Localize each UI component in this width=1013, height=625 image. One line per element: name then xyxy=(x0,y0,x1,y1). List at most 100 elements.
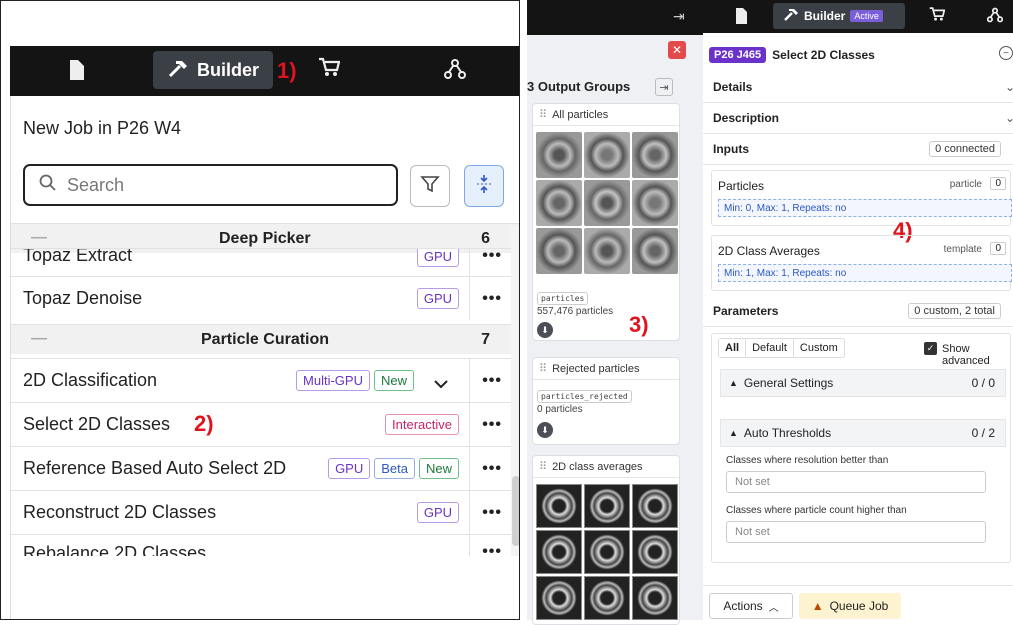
group-title: 2D class averages xyxy=(552,460,643,473)
job-row-select-2d-classes[interactable]: Select 2D Classes 2) Interactive ••• xyxy=(11,402,519,446)
tab-custom[interactable]: Custom xyxy=(794,339,844,357)
class-average-thumb xyxy=(632,576,678,620)
download-icon[interactable]: ⬇ xyxy=(537,322,553,338)
more-options-button[interactable]: ••• xyxy=(482,504,502,522)
cart-icon[interactable] xyxy=(929,6,946,27)
group-tag: particles_rejected xyxy=(537,386,632,404)
filter-icon xyxy=(420,174,440,199)
chevron-down-icon[interactable] xyxy=(434,373,448,394)
input-label: Particles xyxy=(718,179,765,193)
cart-icon[interactable] xyxy=(318,56,341,84)
search-input[interactable]: Search xyxy=(23,164,398,206)
input-hint[interactable]: Min: 1, Max: 1, Repeats: no xyxy=(718,264,1012,282)
particle-thumb xyxy=(632,228,678,274)
description-section[interactable]: Description ⌄ xyxy=(703,103,1013,134)
auto-thresholds-label: Auto Thresholds xyxy=(743,426,832,440)
group-header: ⠿ All particles xyxy=(533,104,679,126)
particle-thumb xyxy=(632,180,678,226)
parameters-section[interactable]: Parameters 0 custom, 2 total xyxy=(703,296,1013,327)
gpu-badge: GPU xyxy=(416,249,459,267)
divider xyxy=(469,359,470,402)
caret-up-icon: ▲ xyxy=(729,378,738,388)
marker-2: 2) xyxy=(194,411,214,436)
output-group-2d-class-averages[interactable]: ⠿ 2D class averages xyxy=(532,455,680,625)
output-groups-body: ✕ 3 Output Groups ⇥ ⠿ All particles part… xyxy=(527,35,703,625)
details-section[interactable]: Details ⌄ xyxy=(703,72,1013,103)
category-particle-curation[interactable]: — Particle Curation 7 xyxy=(11,324,519,354)
resolution-threshold-label: Classes where resolution better than xyxy=(726,455,889,466)
drag-handle-icon[interactable]: ⠿ xyxy=(539,362,547,375)
tab-default[interactable]: Default xyxy=(746,339,794,357)
job-id-tag[interactable]: P26 J465 xyxy=(709,47,767,63)
auto-thresholds-section[interactable]: ▲ Auto Thresholds 0 / 2 xyxy=(720,419,1006,447)
output-group-rejected-particles[interactable]: ⠿ Rejected particles particles_rejected … xyxy=(532,357,680,445)
filter-button[interactable] xyxy=(410,165,450,207)
input-count: 0 xyxy=(990,177,1006,190)
scrollbar-thumb[interactable] xyxy=(512,476,519,546)
interactive-badge: Interactive xyxy=(385,414,459,435)
resolution-threshold-input[interactable]: Not set xyxy=(726,471,986,493)
job-row-topaz-extract[interactable]: Topaz Extract GPU ••• xyxy=(11,248,519,276)
builder-button[interactable]: Builder Active xyxy=(773,3,905,29)
inputs-section[interactable]: Inputs 0 connected xyxy=(703,134,1013,165)
description-label: Description xyxy=(713,111,780,125)
beta-badge: Beta xyxy=(374,458,415,479)
document-icon[interactable] xyxy=(735,8,747,29)
panel-toggle-icon[interactable]: ⇥ xyxy=(655,78,673,96)
class-average-thumb xyxy=(536,530,582,574)
general-settings-label: General Settings xyxy=(743,376,834,390)
download-icon[interactable]: ⬇ xyxy=(537,422,553,438)
group-header: ⠿ 2D class averages xyxy=(533,456,679,478)
active-badge: Active xyxy=(850,10,883,22)
more-options-button[interactable]: ••• xyxy=(482,372,502,390)
group-title: All particles xyxy=(552,108,609,121)
job-row-rebalance-2d-classes[interactable]: Rebalance 2D Classes ••• xyxy=(11,534,519,556)
job-name: Rebalance 2D Classes xyxy=(23,543,207,556)
more-options-button[interactable]: ••• xyxy=(482,416,502,434)
collapse-minus-icon[interactable]: − xyxy=(999,46,1013,60)
input-count: 0 xyxy=(990,242,1006,255)
close-icon[interactable]: ✕ xyxy=(668,41,686,59)
group-count: 0 particles xyxy=(537,404,583,415)
blank-area xyxy=(11,556,519,619)
parameters-label: Parameters xyxy=(713,304,779,318)
particle-thumb xyxy=(584,228,630,274)
more-options-button[interactable]: ••• xyxy=(482,460,502,478)
output-group-all-particles[interactable]: ⠿ All particles particles 557,476 partic… xyxy=(532,103,680,341)
more-options-button[interactable]: ••• xyxy=(482,290,502,308)
drag-handle-icon[interactable]: ⠿ xyxy=(539,108,547,121)
group-tag: particles xyxy=(537,288,589,306)
tab-all[interactable]: All xyxy=(719,339,747,357)
document-icon[interactable] xyxy=(68,60,84,86)
hierarchy-icon[interactable] xyxy=(444,58,466,86)
gpu-badge: GPU xyxy=(416,502,459,523)
multi-gpu-badge: Multi-GPU xyxy=(296,370,370,391)
input-slot-particles[interactable]: Particles particle 0 Min: 0, Max: 1, Rep… xyxy=(711,170,1012,226)
input-slot-2d-class-averages[interactable]: 2D Class Averages template 0 Min: 1, Max… xyxy=(711,235,1012,291)
general-settings-section[interactable]: ▲ General Settings 0 / 0 xyxy=(720,369,1006,397)
job-row-2d-classification[interactable]: 2D Classification Multi-GPU New ••• xyxy=(11,358,519,402)
particle-count-threshold-input[interactable]: Not set xyxy=(726,521,986,543)
chevron-down-icon: ⌄ xyxy=(1004,111,1013,125)
actions-button[interactable]: Actions ︿ xyxy=(709,593,793,619)
input-hint[interactable]: Min: 0, Max: 1, Repeats: no xyxy=(718,199,1012,217)
marker-3: 3) xyxy=(629,312,649,337)
class-average-thumb xyxy=(536,484,582,528)
show-advanced-checkbox[interactable]: ✓ xyxy=(924,342,937,355)
job-row-reference-based-auto-select-2d[interactable]: Reference Based Auto Select 2D GPU Beta … xyxy=(11,446,519,490)
particle-thumb xyxy=(584,180,630,226)
exit-icon[interactable]: ⇥ xyxy=(673,8,685,25)
particle-thumb xyxy=(536,180,582,226)
builder-button[interactable]: Builder xyxy=(153,51,273,89)
job-row-reconstruct-2d-classes[interactable]: Reconstruct 2D Classes GPU ••• xyxy=(11,490,519,534)
more-options-button[interactable]: ••• xyxy=(482,249,502,265)
more-options-button[interactable]: ••• xyxy=(482,543,502,556)
hierarchy-icon[interactable] xyxy=(986,7,1004,28)
queue-job-button[interactable]: ▲ Queue Job xyxy=(799,593,901,619)
job-name: 2D Classification xyxy=(23,370,158,390)
collapse-all-button[interactable] xyxy=(464,165,504,207)
category-label: Deep Picker xyxy=(219,230,311,247)
top-nav-bar: Builder 1) xyxy=(10,46,519,96)
drag-handle-icon[interactable]: ⠿ xyxy=(539,460,547,473)
job-row-topaz-denoise[interactable]: Topaz Denoise GPU ••• xyxy=(11,276,519,320)
